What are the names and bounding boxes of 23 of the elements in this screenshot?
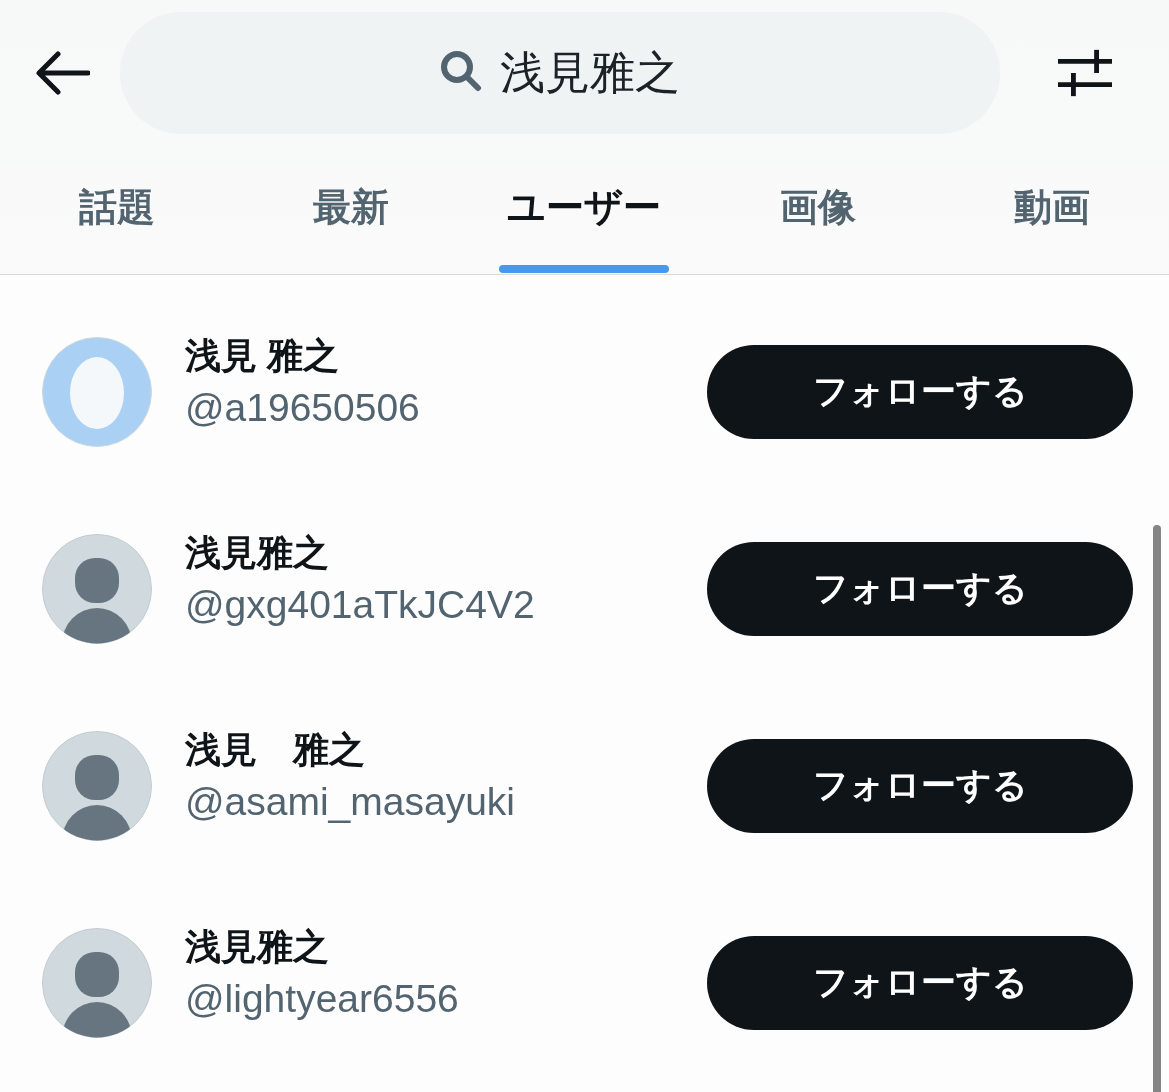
user-handle: @gxg401aTkJC4V2 (185, 581, 535, 628)
tab[interactable]: 話題 (0, 134, 234, 274)
user-name: 浅見 雅之 (185, 727, 366, 772)
follow-button[interactable]: フォローする (707, 738, 1133, 833)
user-handle: @a19650506 (185, 384, 420, 431)
follow-button[interactable]: フォローする (707, 344, 1133, 439)
search-icon (440, 50, 482, 92)
back-arrow-icon[interactable] (36, 51, 90, 95)
tab[interactable]: 動画 (935, 134, 1169, 274)
avatar-silhouette-icon[interactable] (42, 533, 152, 644)
tab[interactable]: ユーザー (467, 134, 702, 274)
follow-button[interactable]: フォローする (707, 935, 1133, 1030)
follow-button[interactable]: フォローする (707, 541, 1133, 636)
user-handle: @lightyear6556 (185, 975, 459, 1022)
user-name: 浅見雅之 (185, 924, 330, 969)
user-name: 浅見 雅之 (185, 333, 340, 378)
tab[interactable]: 最新 (233, 134, 468, 274)
user-handle: @asami_masayuki (185, 778, 516, 825)
search-field[interactable]: 浅見雅之 (120, 12, 1000, 134)
avatar-silhouette-icon[interactable] (42, 927, 152, 1038)
tab[interactable]: 画像 (701, 134, 936, 274)
user-name: 浅見雅之 (185, 530, 330, 575)
avatar-silhouette-icon[interactable] (42, 730, 152, 841)
